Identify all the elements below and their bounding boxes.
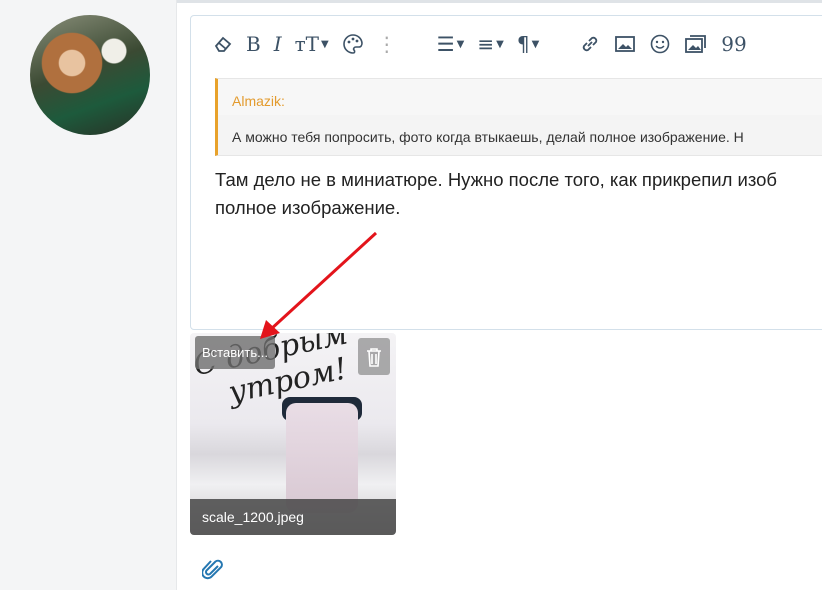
message-text[interactable]: Там дело не в миниатюре. Нужно после тог… [215,166,777,222]
paragraph-icon[interactable]: ¶ ▼ [517,29,539,59]
attach-files-button[interactable] [201,558,224,586]
align-icon[interactable]: ≡ ▼ [477,29,503,59]
attachment-filename: scale_1200.jpeg [190,499,396,535]
paragraph-label: ¶ [516,32,530,56]
smile-icon[interactable] [649,29,671,59]
text-size-button[interactable]: тT ▼ [295,29,329,59]
quote-text: А можно тебя попросить, фото когда втыка… [218,115,822,155]
quote-icon[interactable]: 99 [721,29,746,59]
image-jar [286,403,358,513]
avatar[interactable] [30,15,150,135]
quote-block: Almazik: А можно тебя попросить, фото ко… [215,78,822,156]
trash-icon [367,347,381,367]
italic-button[interactable]: I [274,29,282,59]
link-icon[interactable] [579,29,601,59]
message-line-1: Там дело не в миниатюре. Нужно после тог… [215,169,778,190]
message-editor[interactable]: B I тT ▼ ⋮ ☰ ▼ ≡ ▼ ¶ ▼ 99 Almazik: А можно т… [190,15,822,330]
gallery-icon[interactable] [684,29,708,59]
user-sidebar [0,0,177,590]
message-line-2: полное изображение. [215,197,401,218]
paperclip-icon [201,559,223,580]
attachment-thumbnail[interactable]: С добрым утром! Вставить... scale_1200.j… [190,333,396,535]
palette-icon[interactable] [342,29,364,59]
quote-author[interactable]: Almazik: [232,93,285,109]
more-icon[interactable]: ⋮ [377,29,397,59]
text-size-label: тT [294,32,320,56]
eraser-icon[interactable] [213,29,233,59]
image-icon[interactable] [614,29,636,59]
editor-toolbar: B I тT ▼ ⋮ ☰ ▼ ≡ ▼ ¶ ▼ 99 [191,16,822,72]
bold-button[interactable]: B [246,29,261,59]
delete-attachment-button[interactable] [358,338,390,375]
list-icon[interactable]: ☰ ▼ [437,29,465,59]
insert-button[interactable]: Вставить... [195,336,275,369]
